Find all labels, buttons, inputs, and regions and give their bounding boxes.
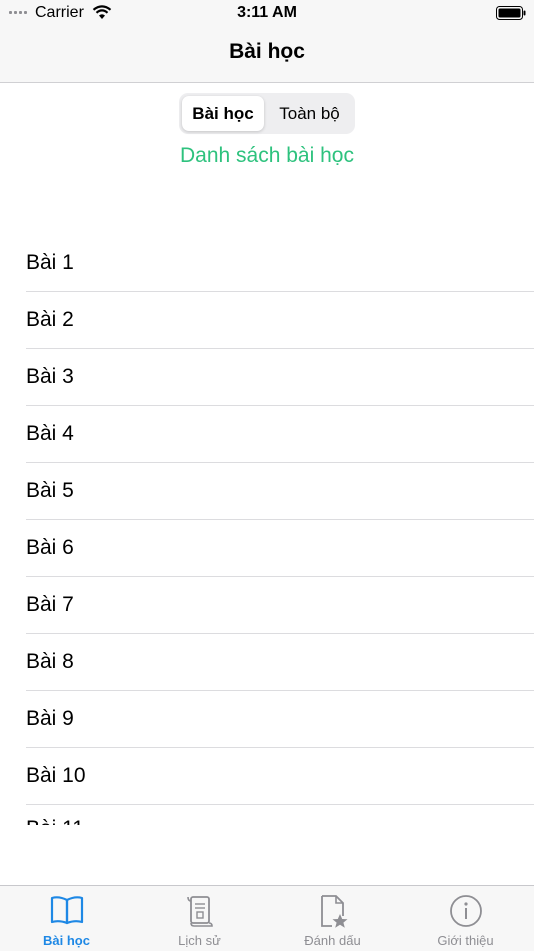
list-item[interactable]: Bài 8 [26,634,534,691]
tab-bar: Bài học Lịch sử Đánh dấu Giới thiệu [0,885,534,951]
tab-about[interactable]: Giới thiệu [399,886,532,951]
list-item-label: Bài 3 [26,365,74,388]
list-item[interactable]: Bài 6 [26,520,534,577]
tab-lessons[interactable]: Bài học [0,886,133,951]
status-bar: Carrier 3:11 AM [0,0,534,26]
tab-label: Đánh dấu [304,933,361,948]
list-item[interactable]: Bài 9 [26,691,534,748]
list-item-label: Bài 1 [26,251,74,274]
battery-icon [496,6,526,20]
list-item[interactable]: Bài 7 [26,577,534,634]
list-item-label: Bài 4 [26,422,74,445]
list-item-label: Bài 6 [26,536,74,559]
list-item[interactable]: Bài 10 [26,748,534,805]
tab-label: Giới thiệu [437,933,494,948]
tab-label: Bài học [43,933,90,948]
list-item[interactable]: Bài 4 [26,406,534,463]
list-item-label: Bài 2 [26,308,74,331]
lesson-list: Bài 1 Bài 2 Bài 3 Bài 4 Bài 5 Bài 6 Bài … [0,235,534,825]
segment-all[interactable]: Toàn bộ [267,96,352,131]
segment-lessons[interactable]: Bài học [182,96,264,131]
list-item-label: Bài 10 [26,764,86,787]
list-item-label: Bài 9 [26,707,74,730]
list-item-label: Bài 5 [26,479,74,502]
list-item[interactable]: Bài 3 [26,349,534,406]
list-item[interactable]: Bài 1 [26,235,534,292]
history-scroll-icon [186,896,213,927]
list-item-label: Bài 8 [26,650,74,673]
segmented-control: Bài học Toàn bộ [179,93,355,134]
list-item[interactable]: Bài 5 [26,463,534,520]
list-item[interactable]: Bài 11 [26,805,534,825]
section-subtitle: Danh sách bài học [180,144,354,167]
navigation-bar: Bài học [0,26,534,83]
clock: 3:11 AM [237,4,297,21]
list-item-label: Bài 11 [26,817,84,825]
tab-label: Lịch sử [178,933,221,948]
tab-bookmarks[interactable]: Đánh dấu [266,886,399,951]
info-icon [449,895,482,927]
tab-history[interactable]: Lịch sử [133,886,266,951]
bookmark-star-icon [320,895,347,928]
page-title: Bài học [229,40,305,63]
list-item-label: Bài 7 [26,593,74,616]
book-icon [50,896,83,925]
list-item[interactable]: Bài 2 [26,292,534,349]
